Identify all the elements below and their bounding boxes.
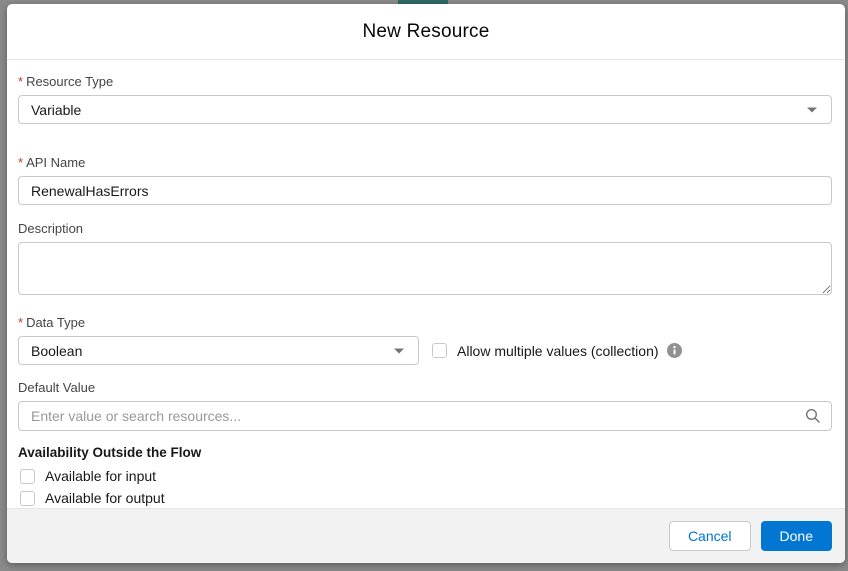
data-type-combobox[interactable]: Boolean bbox=[18, 336, 419, 365]
description-field: Description bbox=[18, 221, 832, 295]
data-type-label: * Data Type bbox=[18, 315, 832, 331]
modal-footer: Cancel Done bbox=[7, 508, 845, 563]
available-for-output-option: Available for output bbox=[18, 490, 832, 506]
api-name-input[interactable] bbox=[18, 176, 832, 205]
data-type-value: Boolean bbox=[31, 342, 83, 359]
modal-title: New Resource bbox=[362, 20, 490, 42]
api-name-label: * API Name bbox=[18, 155, 832, 171]
required-asterisk: * bbox=[18, 74, 24, 89]
cancel-button[interactable]: Cancel bbox=[668, 521, 751, 551]
description-label: Description bbox=[18, 221, 84, 236]
required-asterisk: * bbox=[18, 155, 24, 170]
allow-multiple-checkbox[interactable] bbox=[432, 343, 447, 358]
allow-multiple-label: Allow multiple values (collection) bbox=[457, 342, 659, 359]
available-for-input-label: Available for input bbox=[45, 468, 157, 484]
modal-header: New Resource bbox=[7, 4, 845, 60]
default-value-search-wrap bbox=[18, 401, 832, 431]
data-type-label-text: Data Type bbox=[26, 315, 86, 330]
api-name-field: * API Name bbox=[18, 155, 832, 205]
info-icon[interactable] bbox=[666, 343, 682, 358]
availability-heading: Availability Outside the Flow bbox=[18, 445, 202, 460]
resource-type-combobox[interactable]: Variable bbox=[18, 95, 832, 124]
available-for-output-checkbox[interactable] bbox=[20, 490, 35, 506]
chevron-down-icon bbox=[393, 347, 405, 355]
search-icon bbox=[805, 408, 821, 424]
available-for-output-label: Available for output bbox=[45, 490, 165, 506]
description-textarea[interactable] bbox=[18, 242, 832, 295]
available-for-input-option: Available for input bbox=[18, 468, 832, 484]
resource-type-field: * Resource Type Variable bbox=[18, 74, 832, 124]
done-button[interactable]: Done bbox=[760, 521, 832, 551]
new-resource-modal: New Resource * Resource Type Variable * AP… bbox=[7, 4, 845, 563]
resource-type-label: * Resource Type bbox=[18, 74, 832, 90]
data-type-field: * Data Type Boolean Allow multiple values… bbox=[18, 315, 832, 365]
modal-body: *Resource Type Variable *API Name Descri… bbox=[7, 60, 845, 508]
allow-multiple-option: Allow multiple values (collection) bbox=[432, 343, 682, 359]
resource-type-label-text: Resource Type bbox=[26, 74, 114, 89]
api-name-label-text: API Name bbox=[26, 155, 86, 170]
required-asterisk: * bbox=[18, 315, 24, 330]
resource-type-value: Variable bbox=[31, 101, 82, 118]
available-for-input-checkbox[interactable] bbox=[20, 468, 35, 484]
data-type-row: Boolean Allow multiple values (collectio… bbox=[18, 336, 832, 365]
default-value-input[interactable] bbox=[18, 401, 832, 431]
default-value-label: Default Value bbox=[18, 380, 96, 395]
default-value-field: Default Value bbox=[18, 380, 832, 431]
chevron-down-icon bbox=[806, 106, 818, 114]
